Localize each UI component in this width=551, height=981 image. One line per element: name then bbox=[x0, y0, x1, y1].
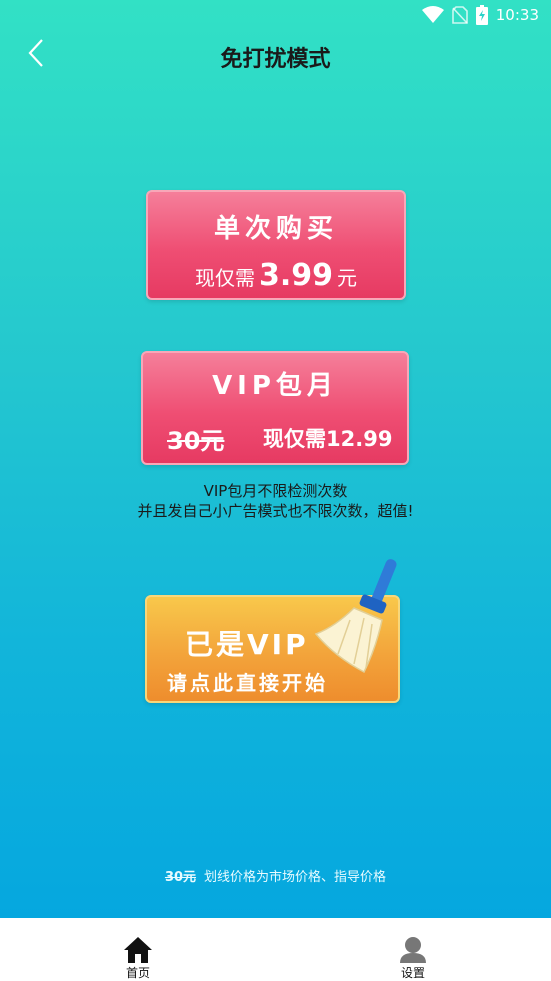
page-title: 免打扰模式 bbox=[220, 47, 331, 72]
single-purchase-button[interactable]: 单次购买 现仅需 3.99 元 bbox=[146, 190, 406, 300]
bottom-nav: 首页 设置 bbox=[0, 918, 551, 981]
battery-charging-icon bbox=[475, 5, 488, 25]
nav-home-label: 首页 bbox=[125, 966, 150, 980]
start-subtitle: 请点此直接开始 bbox=[167, 671, 328, 695]
vip-description-line1: VIP包月不限检测次数 bbox=[203, 482, 348, 500]
vip-monthly-title: VIP包月 bbox=[212, 371, 338, 401]
header: 免打扰模式 bbox=[0, 30, 551, 80]
start-title: 已是VIP bbox=[185, 628, 309, 661]
current-price: 现仅需12.99 bbox=[263, 427, 393, 451]
original-price: 30元 bbox=[167, 427, 225, 455]
nav-settings-label: 设置 bbox=[400, 966, 425, 980]
wifi-icon bbox=[421, 6, 444, 23]
vip-description-line2: 并且发自己小广告模式也不限次数，超值! bbox=[137, 502, 414, 520]
price-note-strike: 30元 bbox=[164, 870, 197, 885]
single-purchase-title: 单次购买 bbox=[213, 214, 338, 244]
broom-icon bbox=[314, 559, 397, 674]
price-unit: 元 bbox=[337, 266, 358, 290]
no-sim-icon bbox=[451, 6, 468, 24]
vip-monthly-button[interactable]: VIP包月 30元 现仅需12.99 bbox=[141, 351, 409, 465]
app-screen: 10:33 免打扰模式 单次购买 现仅需 3.99 元 VIP包月 30元 现仅需1… bbox=[0, 0, 551, 918]
price-value: 3.99 bbox=[258, 258, 334, 293]
nav-home[interactable]: 首页 bbox=[98, 936, 178, 981]
home-icon bbox=[124, 937, 152, 963]
user-icon bbox=[400, 937, 426, 963]
vip-description: VIP包月不限检测次数 并且发自己小广告模式也不限次数，超值! bbox=[0, 481, 551, 521]
single-purchase-price: 现仅需 3.99 元 bbox=[148, 258, 404, 293]
price-prefix: 现仅需 bbox=[194, 266, 255, 290]
nav-settings[interactable]: 设置 bbox=[373, 936, 453, 981]
price-note: 30元 划线价格为市场价格、指导价格 bbox=[0, 866, 551, 885]
price-note-text: 划线价格为市场价格、指导价格 bbox=[204, 870, 387, 885]
status-time: 10:33 bbox=[495, 6, 539, 24]
status-bar: 10:33 bbox=[0, 0, 551, 30]
status-icons: 10:33 bbox=[421, 5, 539, 25]
